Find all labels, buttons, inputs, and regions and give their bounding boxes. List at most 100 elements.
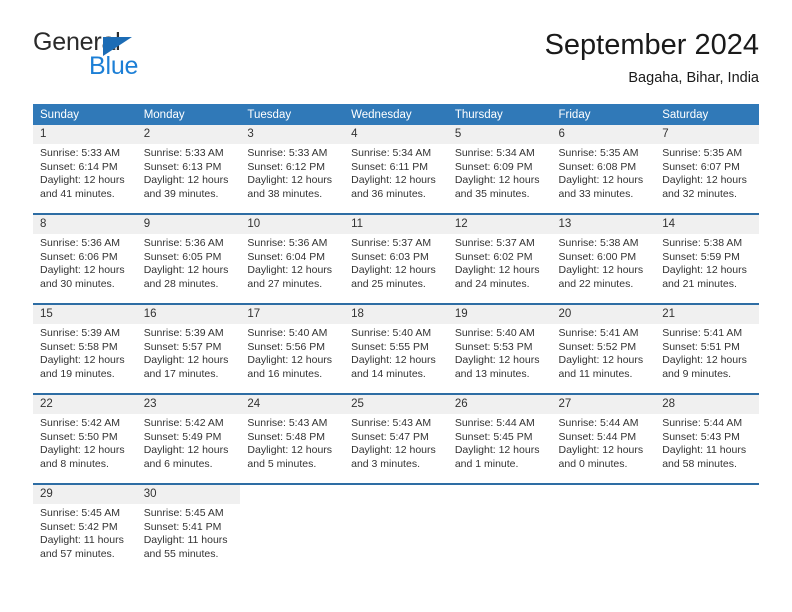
day-cell[interactable]: 27 Sunrise: 5:44 AM Sunset: 5:44 PM Dayl…: [551, 394, 656, 485]
day-number: 16: [136, 305, 241, 324]
day-cell[interactable]: 4 Sunrise: 5:34 AM Sunset: 6:11 PM Dayli…: [344, 125, 448, 215]
day-cell[interactable]: 23 Sunrise: 5:42 AM Sunset: 5:49 PM Dayl…: [136, 394, 241, 485]
day-number: 27: [551, 395, 656, 414]
day-cell[interactable]: 15 Sunrise: 5:39 AM Sunset: 5:58 PM Dayl…: [33, 304, 137, 395]
sunset-text: Sunset: 5:45 PM: [454, 430, 533, 443]
day-cell[interactable]: 25 Sunrise: 5:43 AM Sunset: 5:47 PM Dayl…: [344, 394, 448, 485]
sunrise-text: Sunrise: 5:36 AM: [247, 237, 328, 249]
day-cell[interactable]: 19 Sunrise: 5:40 AM Sunset: 5:53 PM Dayl…: [447, 304, 552, 395]
day-cell-empty: [240, 484, 345, 573]
daylight-text: Daylight: 12 hours and 41 minutes.: [40, 174, 125, 200]
day-details: Sunrise: 5:34 AM Sunset: 6:11 PM Dayligh…: [344, 144, 448, 201]
day-cell[interactable]: 17 Sunrise: 5:40 AM Sunset: 5:56 PM Dayl…: [240, 304, 345, 395]
daylight-text: Daylight: 12 hours and 35 minutes.: [454, 174, 540, 200]
sunrise-text: Sunrise: 5:43 AM: [247, 417, 328, 429]
sunset-text: Sunset: 5:50 PM: [40, 430, 118, 443]
day-details: Sunrise: 5:36 AM Sunset: 6:06 PM Dayligh…: [33, 234, 137, 291]
day-cell[interactable]: 26 Sunrise: 5:44 AM Sunset: 5:45 PM Dayl…: [447, 394, 552, 485]
weekday-header-monday: Monday: [136, 104, 241, 125]
daylight-text: Daylight: 12 hours and 13 minutes.: [454, 354, 540, 380]
sunset-text: Sunset: 5:51 PM: [662, 340, 740, 353]
day-number: 17: [240, 305, 345, 324]
day-cell[interactable]: 13 Sunrise: 5:38 AM Sunset: 6:00 PM Dayl…: [551, 214, 656, 305]
day-cell[interactable]: 29 Sunrise: 5:45 AM Sunset: 5:42 PM Dayl…: [33, 484, 137, 573]
day-details: Sunrise: 5:39 AM Sunset: 5:57 PM Dayligh…: [137, 324, 241, 381]
day-cell[interactable]: 20 Sunrise: 5:41 AM Sunset: 5:52 PM Dayl…: [551, 304, 656, 395]
day-number: 14: [655, 215, 759, 234]
day-cell[interactable]: 18 Sunrise: 5:40 AM Sunset: 5:55 PM Dayl…: [344, 304, 448, 395]
day-details: Sunrise: 5:33 AM Sunset: 6:13 PM Dayligh…: [137, 144, 241, 201]
week-row: 29 Sunrise: 5:45 AM Sunset: 5:42 PM Dayl…: [33, 484, 759, 573]
sunrise-text: Sunrise: 5:40 AM: [351, 327, 432, 339]
day-cell-empty: [344, 484, 448, 573]
day-cell[interactable]: 30 Sunrise: 5:45 AM Sunset: 5:41 PM Dayl…: [136, 484, 241, 573]
day-cell[interactable]: 5 Sunrise: 5:34 AM Sunset: 6:09 PM Dayli…: [447, 125, 552, 215]
sunrise-text: Sunrise: 5:35 AM: [558, 147, 639, 159]
day-number: 21: [655, 305, 759, 324]
calendar-weekday-header: Sunday Monday Tuesday Wednesday Thursday…: [33, 104, 759, 125]
sunrise-text: Sunrise: 5:40 AM: [247, 327, 328, 339]
day-cell[interactable]: 2 Sunrise: 5:33 AM Sunset: 6:13 PM Dayli…: [136, 125, 241, 215]
general-blue-logo[interactable]: General Blue: [33, 28, 253, 88]
sunrise-text: Sunrise: 5:35 AM: [662, 147, 743, 159]
sunrise-text: Sunrise: 5:34 AM: [351, 147, 432, 159]
day-cell[interactable]: 22 Sunrise: 5:42 AM Sunset: 5:50 PM Dayl…: [33, 394, 137, 485]
daylight-text: Daylight: 12 hours and 32 minutes.: [662, 174, 747, 200]
day-details: Sunrise: 5:44 AM Sunset: 5:45 PM Dayligh…: [448, 414, 552, 471]
day-number: 30: [136, 485, 241, 504]
day-cell[interactable]: 10 Sunrise: 5:36 AM Sunset: 6:04 PM Dayl…: [240, 214, 345, 305]
day-cell-empty: [447, 484, 552, 573]
day-number: 28: [655, 395, 759, 414]
day-cell[interactable]: 1 Sunrise: 5:33 AM Sunset: 6:14 PM Dayli…: [33, 125, 137, 215]
day-details: Sunrise: 5:40 AM Sunset: 5:53 PM Dayligh…: [448, 324, 552, 381]
week-row: 22 Sunrise: 5:42 AM Sunset: 5:50 PM Dayl…: [33, 394, 759, 485]
day-cell[interactable]: 21 Sunrise: 5:41 AM Sunset: 5:51 PM Dayl…: [655, 304, 759, 395]
sunrise-text: Sunrise: 5:38 AM: [558, 237, 639, 249]
sunrise-text: Sunrise: 5:37 AM: [351, 237, 432, 249]
daylight-text: Daylight: 12 hours and 36 minutes.: [351, 174, 436, 200]
day-cell[interactable]: 3 Sunrise: 5:33 AM Sunset: 6:12 PM Dayli…: [240, 125, 345, 215]
daylight-text: Daylight: 12 hours and 6 minutes.: [143, 444, 229, 470]
day-number: 25: [344, 395, 448, 414]
day-cell[interactable]: 28 Sunrise: 5:44 AM Sunset: 5:43 PM Dayl…: [655, 394, 759, 485]
day-cell[interactable]: 14 Sunrise: 5:38 AM Sunset: 5:59 PM Dayl…: [655, 214, 759, 305]
day-number: [240, 485, 345, 504]
day-cell[interactable]: 16 Sunrise: 5:39 AM Sunset: 5:57 PM Dayl…: [136, 304, 241, 395]
daylight-text: Daylight: 12 hours and 14 minutes.: [351, 354, 436, 380]
daylight-text: Daylight: 12 hours and 5 minutes.: [247, 444, 333, 470]
day-details: Sunrise: 5:33 AM Sunset: 6:14 PM Dayligh…: [33, 144, 137, 201]
daylight-text: Daylight: 12 hours and 0 minutes.: [558, 444, 644, 470]
weekday-header-saturday: Saturday: [655, 104, 759, 125]
day-number: 3: [240, 125, 345, 144]
calendar-table: Sunday Monday Tuesday Wednesday Thursday…: [33, 104, 759, 573]
day-cell[interactable]: 7 Sunrise: 5:35 AM Sunset: 6:07 PM Dayli…: [655, 125, 759, 215]
day-cell[interactable]: 8 Sunrise: 5:36 AM Sunset: 6:06 PM Dayli…: [33, 214, 137, 305]
daylight-text: Daylight: 12 hours and 24 minutes.: [454, 264, 540, 290]
day-cell[interactable]: 6 Sunrise: 5:35 AM Sunset: 6:08 PM Dayli…: [551, 125, 656, 215]
day-number: [344, 485, 448, 504]
daylight-text: Daylight: 12 hours and 30 minutes.: [40, 264, 125, 290]
day-details: Sunrise: 5:35 AM Sunset: 6:07 PM Dayligh…: [655, 144, 759, 201]
week-row: 8 Sunrise: 5:36 AM Sunset: 6:06 PM Dayli…: [33, 214, 759, 305]
sunset-text: Sunset: 6:13 PM: [143, 160, 222, 173]
day-number: [655, 485, 759, 504]
day-number: 26: [447, 395, 552, 414]
sunset-text: Sunset: 6:04 PM: [247, 250, 326, 263]
day-cell[interactable]: 12 Sunrise: 5:37 AM Sunset: 6:02 PM Dayl…: [447, 214, 552, 305]
day-cell[interactable]: 9 Sunrise: 5:36 AM Sunset: 6:05 PM Dayli…: [136, 214, 241, 305]
day-number: 13: [551, 215, 656, 234]
day-cell[interactable]: 24 Sunrise: 5:43 AM Sunset: 5:48 PM Dayl…: [240, 394, 345, 485]
daylight-text: Daylight: 12 hours and 16 minutes.: [247, 354, 333, 380]
calendar-page: General Blue September 2024 Bagaha, Biha…: [0, 0, 792, 612]
sunrise-text: Sunrise: 5:36 AM: [40, 237, 120, 249]
day-number: 20: [551, 305, 656, 324]
day-details: Sunrise: 5:36 AM Sunset: 6:04 PM Dayligh…: [240, 234, 344, 291]
page-subtitle-location: Bagaha, Bihar, India: [628, 70, 759, 86]
day-cell[interactable]: 11 Sunrise: 5:37 AM Sunset: 6:03 PM Dayl…: [344, 214, 448, 305]
daylight-text: Daylight: 12 hours and 28 minutes.: [143, 264, 229, 290]
week-row: 1 Sunrise: 5:33 AM Sunset: 6:14 PM Dayli…: [33, 125, 759, 215]
sunset-text: Sunset: 5:41 PM: [143, 520, 222, 533]
sunset-text: Sunset: 6:00 PM: [558, 250, 637, 263]
weekday-header-tuesday: Tuesday: [240, 104, 345, 125]
daylight-text: Daylight: 12 hours and 27 minutes.: [247, 264, 333, 290]
